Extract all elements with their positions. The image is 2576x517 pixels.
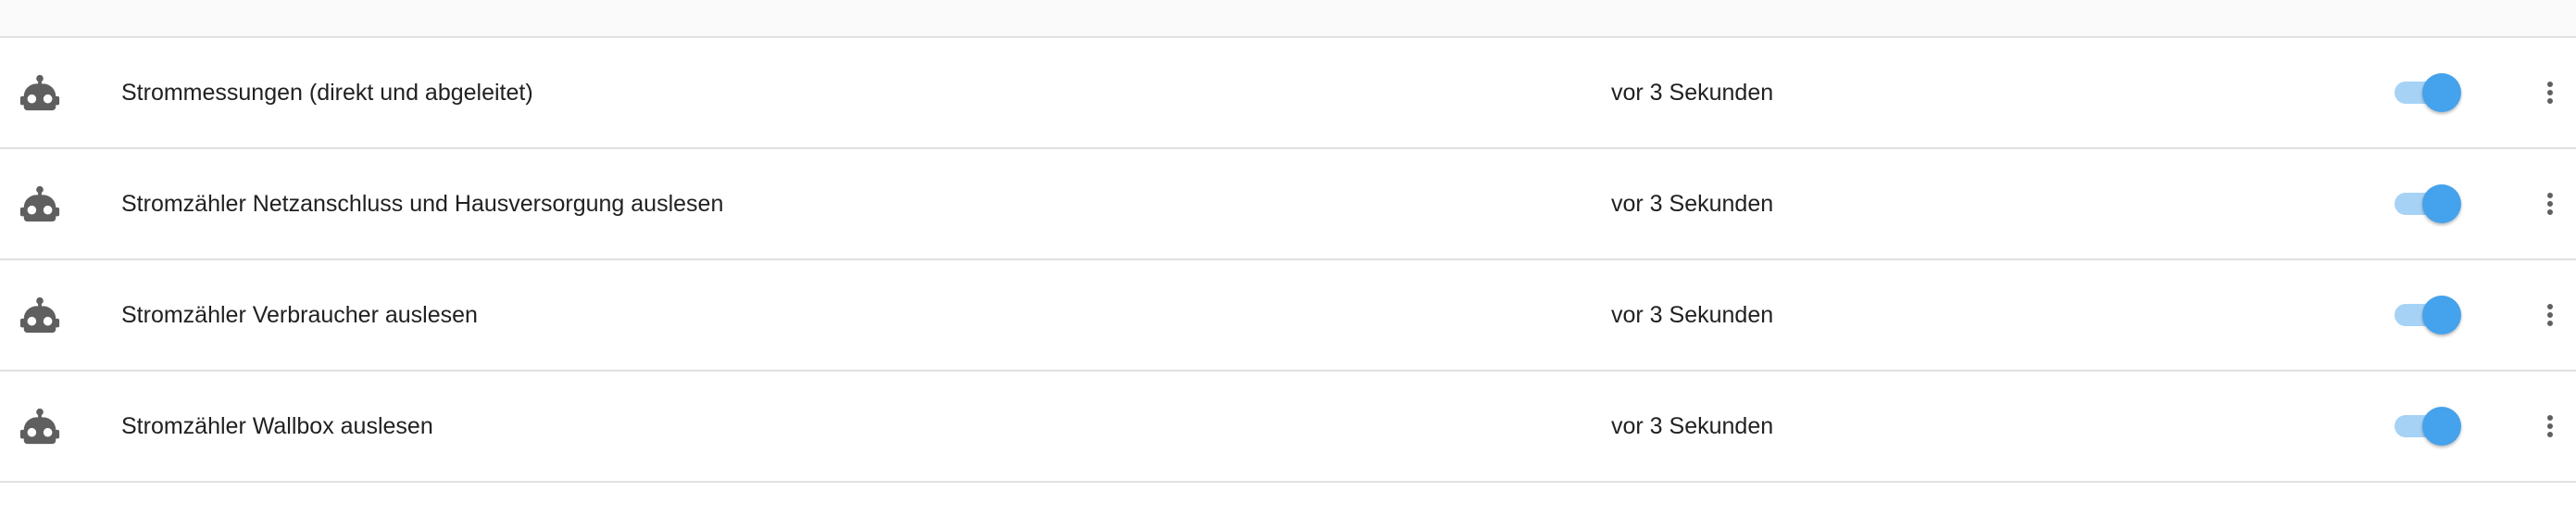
toggle-thumb bbox=[2422, 407, 2461, 446]
dots-vertical-icon bbox=[2547, 193, 2553, 215]
robot-icon bbox=[19, 74, 60, 111]
overflow-menu-button[interactable] bbox=[2533, 294, 2567, 336]
robot-icon bbox=[19, 408, 60, 445]
last-triggered: vor 3 Sekunden bbox=[1611, 80, 1774, 106]
automation-row[interactable]: Stromzähler Netzanschluss und Hausversor… bbox=[0, 149, 2576, 260]
robot-icon bbox=[19, 185, 60, 222]
toggle-thumb bbox=[2422, 296, 2461, 334]
enable-toggle[interactable] bbox=[2391, 407, 2461, 446]
last-triggered: vor 3 Sekunden bbox=[1611, 413, 1774, 439]
automation-list: Strommessungen (direkt und abgeleitet) v… bbox=[0, 38, 2576, 483]
enable-toggle[interactable] bbox=[2391, 73, 2461, 112]
dots-vertical-icon bbox=[2547, 82, 2553, 104]
automations-page: Strommessungen (direkt und abgeleitet) v… bbox=[0, 0, 2576, 517]
dots-vertical-icon bbox=[2547, 415, 2553, 437]
toggle-thumb bbox=[2422, 184, 2461, 223]
automation-name[interactable]: Stromzähler Wallbox auslesen bbox=[121, 372, 433, 481]
automation-name[interactable]: Stromzähler Netzanschluss und Hausversor… bbox=[121, 149, 723, 258]
automation-name[interactable]: Strommessungen (direkt und abgeleitet) bbox=[121, 38, 533, 147]
robot-icon bbox=[19, 296, 60, 334]
enable-toggle[interactable] bbox=[2391, 184, 2461, 223]
automation-row[interactable]: Strommessungen (direkt und abgeleitet) v… bbox=[0, 38, 2576, 149]
enable-toggle[interactable] bbox=[2391, 296, 2461, 334]
toggle-thumb bbox=[2422, 73, 2461, 112]
automation-row[interactable]: Stromzähler Verbraucher auslesen vor 3 S… bbox=[0, 260, 2576, 372]
overflow-menu-button[interactable] bbox=[2533, 183, 2567, 225]
last-triggered: vor 3 Sekunden bbox=[1611, 191, 1774, 217]
group-header bbox=[0, 0, 2576, 38]
automation-row[interactable]: Stromzähler Wallbox auslesen vor 3 Sekun… bbox=[0, 372, 2576, 483]
overflow-menu-button[interactable] bbox=[2533, 71, 2567, 114]
overflow-menu-button[interactable] bbox=[2533, 405, 2567, 448]
automation-name[interactable]: Stromzähler Verbraucher auslesen bbox=[121, 260, 478, 370]
last-triggered: vor 3 Sekunden bbox=[1611, 302, 1774, 328]
dots-vertical-icon bbox=[2547, 304, 2553, 326]
